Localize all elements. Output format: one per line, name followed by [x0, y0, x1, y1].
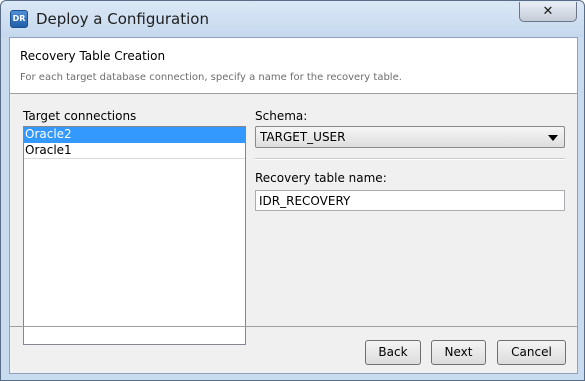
chevron-down-icon: [548, 135, 558, 141]
schema-dropdown[interactable]: TARGET_USER: [255, 126, 565, 148]
list-item-oracle2[interactable]: Oracle2: [24, 127, 245, 143]
window-title: Deploy a Configuration: [36, 10, 209, 28]
dialog-window: DR Deploy a Configuration ✕ Recovery Tab…: [0, 0, 585, 381]
page-description: For each target database connection, spe…: [20, 72, 402, 83]
target-connections-list[interactable]: Oracle2 Oracle1: [23, 126, 246, 345]
title-bar[interactable]: DR Deploy a Configuration ✕: [1, 1, 584, 37]
divider: [255, 158, 565, 160]
schema-value: TARGET_USER: [260, 130, 346, 144]
back-button[interactable]: Back: [365, 340, 421, 365]
page-title: Recovery Table Creation: [20, 49, 166, 63]
wizard-header: Recovery Table Creation For each target …: [10, 38, 577, 94]
app-icon: DR: [10, 10, 28, 28]
next-button[interactable]: Next: [431, 340, 486, 365]
close-button[interactable]: ✕: [519, 2, 577, 22]
recovery-table-name-label: Recovery table name:: [255, 171, 387, 185]
schema-label: Schema:: [255, 109, 308, 123]
list-item-oracle1[interactable]: Oracle1: [24, 143, 245, 159]
recovery-table-name-input[interactable]: [255, 190, 565, 211]
target-connections-label: Target connections: [23, 109, 137, 123]
cancel-button[interactable]: Cancel: [497, 340, 566, 365]
dialog-body: Recovery Table Creation For each target …: [9, 37, 578, 374]
footer-divider: [10, 326, 577, 327]
